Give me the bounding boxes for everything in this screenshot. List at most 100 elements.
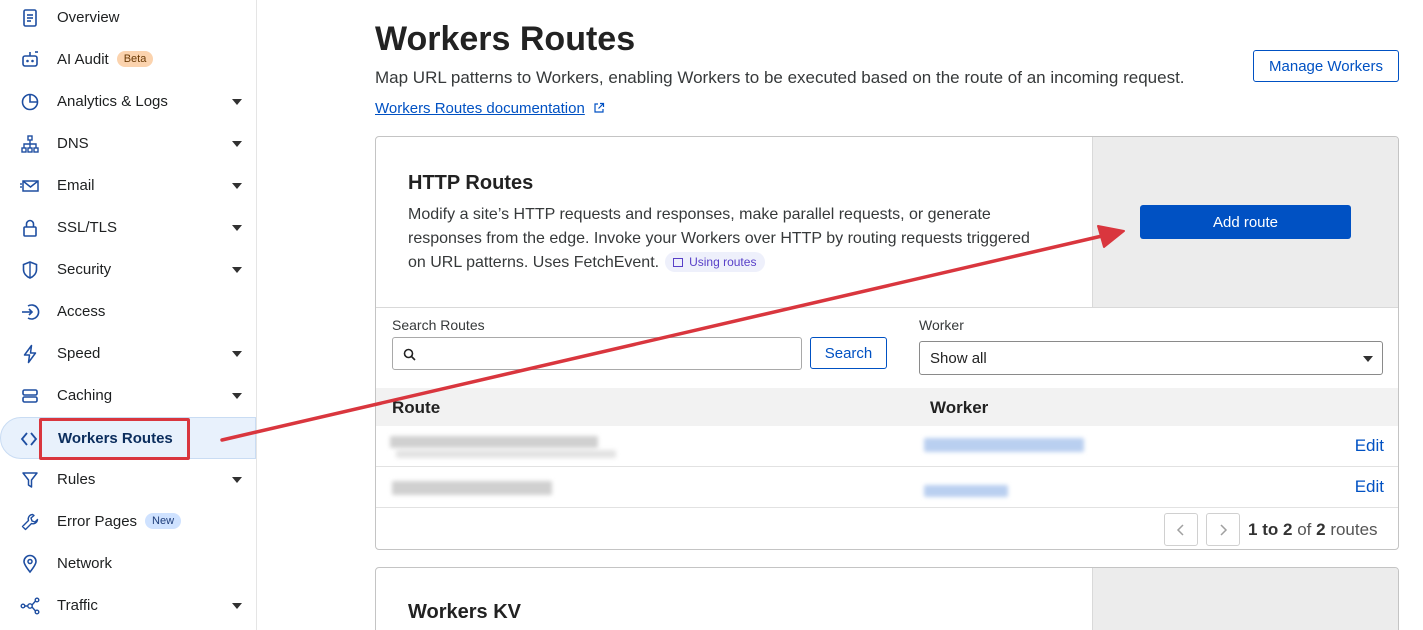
- chevron-down-icon: [232, 141, 242, 147]
- redacted-route: [392, 481, 552, 495]
- search-routes-label: Search Routes: [392, 317, 485, 333]
- add-route-button[interactable]: Add route: [1140, 205, 1351, 239]
- chevron-down-icon: [232, 393, 242, 399]
- edit-link[interactable]: Edit: [1355, 436, 1384, 456]
- chevron-down-icon: [232, 99, 242, 105]
- card-title: HTTP Routes: [408, 172, 534, 194]
- sidebar-item-overview[interactable]: Overview: [0, 0, 256, 39]
- sidebar-item-label: Security: [57, 261, 112, 278]
- sidebar-item-network[interactable]: Network: [0, 543, 256, 585]
- chevron-left-icon: [1176, 523, 1184, 536]
- card-title: Workers KV: [408, 601, 522, 623]
- sidebar-item-traffic[interactable]: Traffic: [0, 585, 256, 627]
- sidebar-item-label: AI Audit: [57, 51, 109, 68]
- sidebar-item-label: SSL/TLS: [57, 219, 118, 236]
- chevron-down-icon: [1363, 356, 1373, 362]
- sidebar-item-ssl-tls[interactable]: SSL/TLS: [0, 207, 256, 249]
- sidebar-item-analytics-logs[interactable]: Analytics & Logs: [0, 81, 256, 123]
- http-routes-card: HTTP Routes Modify a site’s HTTP request…: [375, 136, 1399, 550]
- sidebar: Overview AI Audit Beta Analytics & Logs D…: [0, 0, 257, 630]
- sidebar-item-speed[interactable]: Speed: [0, 333, 256, 375]
- workers-icon: [20, 429, 40, 449]
- shield-icon: [20, 260, 40, 280]
- lightning-icon: [20, 344, 40, 364]
- column-header-route: Route: [392, 398, 441, 417]
- location-pin-icon: [20, 554, 40, 574]
- chevron-down-icon: [232, 267, 242, 273]
- pagination-of: of: [1297, 520, 1312, 539]
- sidebar-item-ai-audit[interactable]: AI Audit Beta: [0, 39, 256, 81]
- pagination-summary: 1 to 2 of 2 routes: [1248, 520, 1378, 540]
- sidebar-item-label: Error Pages: [57, 513, 138, 530]
- storage-icon: [20, 386, 40, 406]
- sidebar-item-error-pages[interactable]: Error Pages New: [0, 501, 256, 543]
- redacted-worker[interactable]: [924, 485, 1008, 497]
- book-icon: [673, 258, 684, 267]
- previous-page-button[interactable]: [1164, 513, 1198, 546]
- using-routes-pill[interactable]: Using routes: [665, 252, 766, 272]
- sidebar-item-caching[interactable]: Caching: [0, 375, 256, 417]
- sidebar-item-label: Analytics & Logs: [57, 93, 168, 110]
- search-input[interactable]: [392, 337, 802, 370]
- redacted-route: [390, 436, 598, 448]
- sidebar-item-rules[interactable]: Rules: [0, 459, 256, 501]
- sidebar-item-label: Access: [57, 303, 106, 320]
- worker-select[interactable]: Show all: [919, 341, 1383, 375]
- pill-label: Using routes: [689, 255, 757, 269]
- external-link-icon: [594, 102, 605, 113]
- card-action-panel: [1092, 568, 1398, 630]
- sidebar-item-email[interactable]: Email: [0, 165, 256, 207]
- document-icon: [20, 8, 40, 28]
- sidebar-item-label: Email: [57, 177, 95, 194]
- page-description: Map URL patterns to Workers, enabling Wo…: [375, 68, 1185, 87]
- manage-workers-button[interactable]: Manage Workers: [1253, 50, 1399, 82]
- wrench-icon: [20, 512, 40, 532]
- pagination-total: 2: [1316, 520, 1326, 539]
- chevron-down-icon: [232, 603, 242, 609]
- network-tree-icon: [20, 134, 40, 154]
- funnel-icon: [20, 470, 40, 490]
- documentation-link[interactable]: Workers Routes documentation: [375, 100, 585, 117]
- next-page-button[interactable]: [1206, 513, 1240, 546]
- sidebar-item-label: Caching: [57, 387, 113, 404]
- pagination-unit: routes: [1330, 520, 1378, 539]
- search-button[interactable]: Search: [810, 337, 887, 369]
- edit-link[interactable]: Edit: [1355, 477, 1384, 497]
- pie-chart-icon: [20, 92, 40, 112]
- sidebar-item-dns[interactable]: DNS: [0, 123, 256, 165]
- redacted-worker[interactable]: [924, 438, 1084, 452]
- sidebar-item-label: Rules: [57, 471, 96, 488]
- redacted-route: [396, 450, 616, 458]
- chevron-down-icon: [232, 183, 242, 189]
- access-arrow-icon: [20, 302, 40, 322]
- search-icon: [403, 348, 416, 361]
- annotation-highlight-box: [39, 418, 190, 460]
- lock-icon: [20, 218, 40, 238]
- chevron-right-icon: [1220, 523, 1228, 536]
- new-badge: New: [145, 513, 182, 529]
- card-description: Modify a site’s HTTP requests and respon…: [408, 203, 1048, 275]
- beta-badge: Beta: [116, 51, 154, 67]
- sidebar-item-label: Traffic: [57, 597, 98, 614]
- sidebar-item-security[interactable]: Security: [0, 249, 256, 291]
- sidebar-item-access[interactable]: Access: [0, 291, 256, 333]
- sidebar-item-label: DNS: [57, 135, 89, 152]
- pagination-start: 1: [1248, 520, 1258, 539]
- sidebar-item-label: Network: [57, 555, 113, 572]
- table-row: Edit: [376, 467, 1398, 508]
- chevron-down-icon: [232, 225, 242, 231]
- table-header: Route Worker: [376, 388, 1398, 426]
- page-title: Workers Routes: [375, 20, 636, 58]
- divider: [376, 307, 1398, 308]
- sidebar-item-label: Speed: [57, 345, 101, 362]
- chevron-down-icon: [232, 477, 242, 483]
- table-row: Edit: [376, 426, 1398, 467]
- worker-filter-label: Worker: [919, 317, 964, 333]
- traffic-icon: [20, 596, 40, 616]
- robot-icon: [20, 50, 40, 70]
- chevron-down-icon: [232, 351, 242, 357]
- column-header-worker: Worker: [930, 398, 989, 417]
- pagination-end: 2: [1282, 520, 1293, 539]
- sidebar-item-label: Overview: [57, 9, 120, 26]
- pagination-to: to: [1262, 520, 1279, 539]
